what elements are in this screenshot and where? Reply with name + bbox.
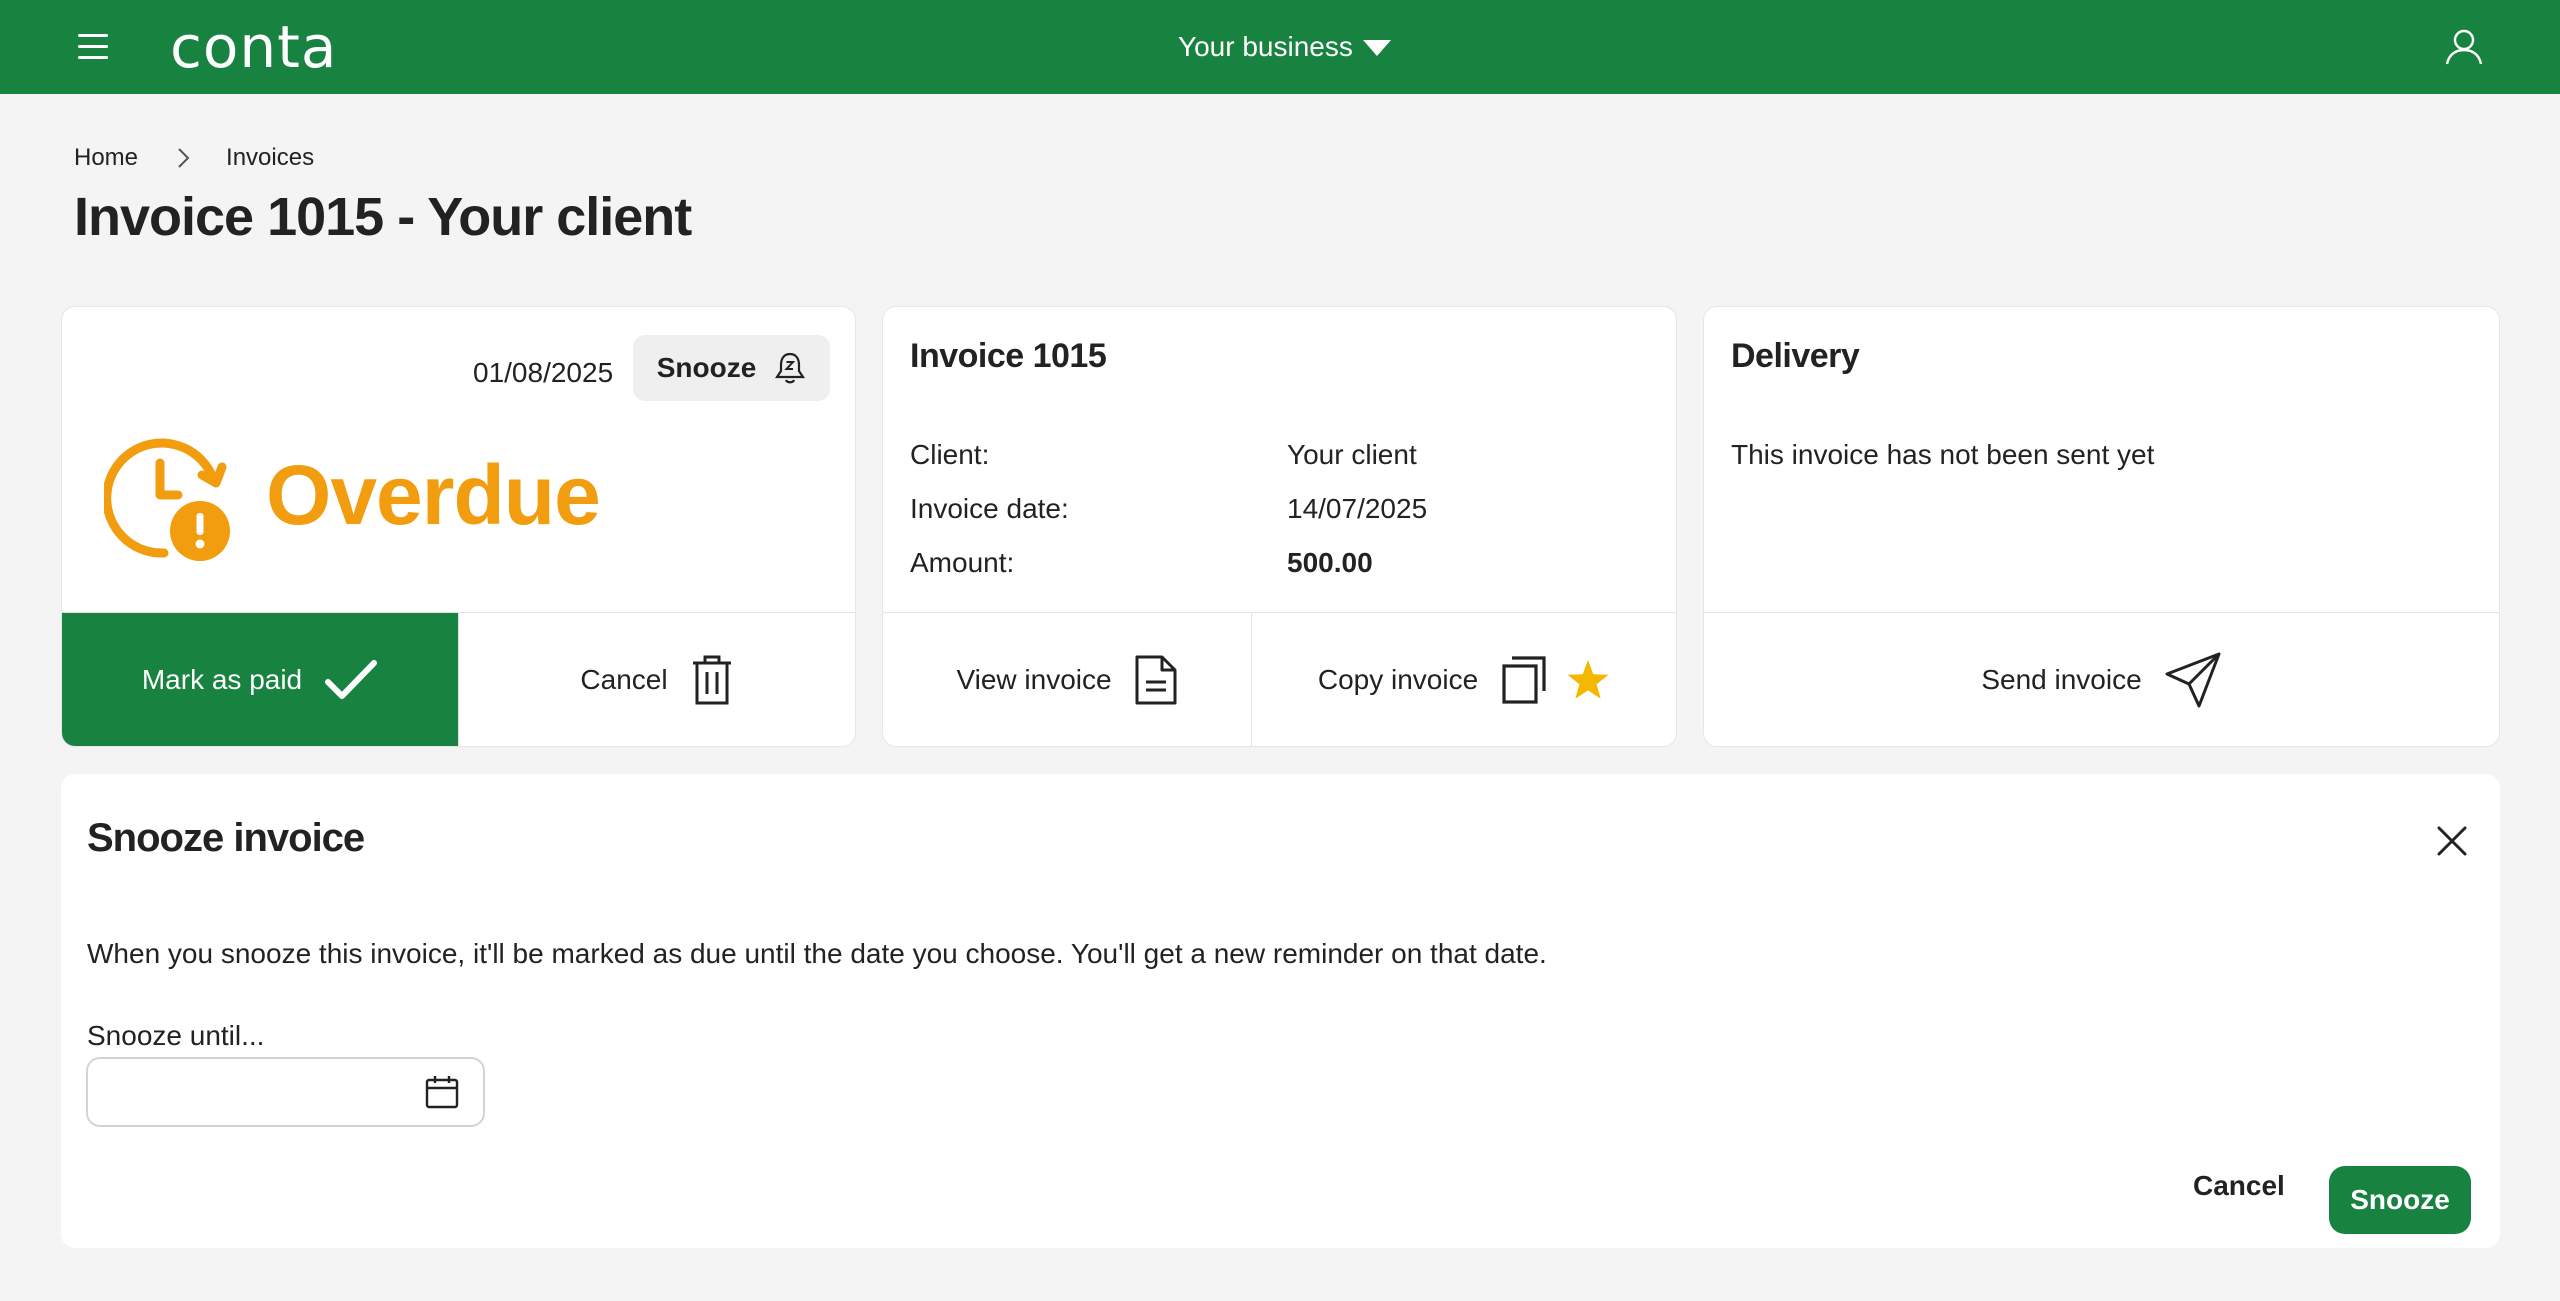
snooze-button-label: Snooze (656, 352, 757, 383)
business-selector[interactable]: Your business (1178, 28, 1391, 66)
chevron-right-icon (178, 148, 190, 168)
delivery-card: Delivery This invoice has not been sent … (1703, 306, 2500, 747)
invoice-date-label: Invoice date: (910, 493, 1069, 524)
due-date: 01/08/2025 (473, 357, 614, 388)
bell-snooze-icon (775, 352, 806, 384)
invoice-card: Invoice 1015 Client: Your client Invoice… (882, 306, 1677, 747)
snooze-panel-title: Snooze invoice (87, 816, 365, 860)
star-icon[interactable] (1566, 659, 1610, 701)
trash-icon (692, 655, 731, 704)
cancel-invoice-button[interactable]: Cancel (458, 613, 855, 746)
delivery-card-actions: Send invoice (1704, 612, 2499, 746)
copy-icon (1502, 655, 1546, 704)
view-invoice-button[interactable]: View invoice (883, 613, 1251, 746)
chevron-down-icon (1362, 40, 1391, 56)
copy-invoice-label: Copy invoice (1317, 663, 1479, 695)
menu-icon[interactable] (78, 34, 110, 60)
page-title: Invoice 1015 - Your client (74, 187, 692, 247)
invoice-card-actions: View invoice Copy invoice (883, 612, 1676, 746)
cancel-invoice-label: Cancel (580, 663, 668, 695)
snooze-date-input[interactable] (102, 1069, 402, 1115)
client-label: Client: (910, 439, 990, 470)
snooze-button[interactable]: Snooze (633, 335, 830, 401)
check-icon (325, 659, 378, 699)
close-icon[interactable] (2435, 824, 2469, 858)
amount-label: Amount: (910, 547, 1015, 578)
breadcrumb: Home Invoices (74, 144, 314, 172)
breadcrumb-invoices[interactable]: Invoices (226, 144, 314, 172)
mark-as-paid-label: Mark as paid (141, 663, 303, 695)
status-card-actions: Mark as paid Cancel (62, 612, 855, 746)
send-icon (2165, 652, 2221, 707)
view-invoice-label: View invoice (956, 663, 1112, 695)
business-label: Your business (1178, 31, 1353, 62)
clock-alert-icon (104, 438, 230, 561)
amount-value: 500.00 (1287, 547, 1373, 578)
send-invoice-label: Send invoice (1981, 663, 2142, 695)
copy-invoice-button[interactable]: Copy invoice (1251, 613, 1676, 746)
delivery-card-title: Delivery (1731, 337, 1860, 375)
document-icon (1135, 655, 1177, 704)
snooze-panel: Snooze invoice When you snooze this invo… (61, 774, 2500, 1248)
status-card: 01/08/2025 Snooze Overdue Mark as paid C… (61, 306, 856, 747)
top-bar: conta Your business (0, 0, 2560, 94)
invoice-card-title: Invoice 1015 (910, 337, 1107, 375)
snooze-cancel-button[interactable]: Cancel (2193, 1166, 2285, 1206)
user-icon[interactable] (2444, 28, 2484, 66)
snooze-submit-button[interactable]: Snooze (2329, 1166, 2471, 1234)
snooze-description: When you snooze this invoice, it'll be m… (87, 938, 1547, 969)
send-invoice-button[interactable]: Send invoice (1704, 613, 2499, 746)
calendar-icon[interactable] (424, 1074, 460, 1110)
client-value: Your client (1287, 439, 1417, 470)
snooze-until-label: Snooze until... (87, 1020, 265, 1051)
invoice-date-value: 14/07/2025 (1287, 493, 1428, 524)
logo[interactable]: conta (170, 14, 337, 80)
mark-as-paid-button[interactable]: Mark as paid (62, 613, 458, 746)
status-overdue: Overdue (266, 448, 601, 542)
breadcrumb-home[interactable]: Home (74, 144, 138, 172)
snooze-date-field[interactable] (86, 1057, 485, 1127)
delivery-status-text: This invoice has not been sent yet (1731, 439, 2155, 470)
